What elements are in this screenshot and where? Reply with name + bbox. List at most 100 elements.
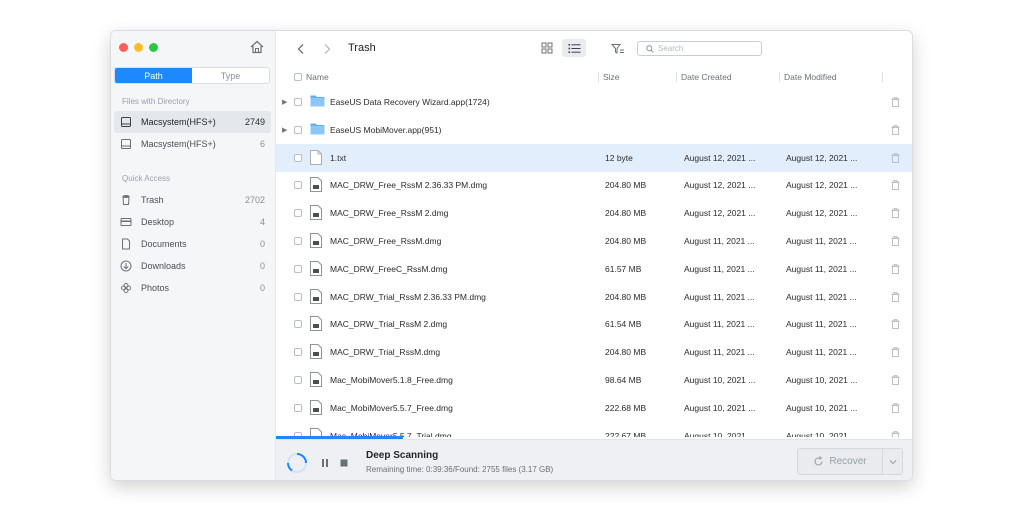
row-checkbox[interactable]: [294, 403, 302, 412]
table-row[interactable]: MAC_DRW_Trial_RssM 2.36.33 PM.dmg 204.80 …: [276, 283, 912, 311]
trash-icon[interactable]: [891, 402, 900, 413]
recover-button[interactable]: Recover: [798, 449, 882, 474]
minimize-window-button[interactable]: [134, 43, 143, 52]
file-icon: [310, 344, 325, 360]
trash-icon[interactable]: [891, 319, 900, 330]
trash-icon[interactable]: [891, 124, 900, 135]
pause-button[interactable]: [319, 456, 331, 468]
trash-icon[interactable]: [891, 208, 900, 219]
row-checkbox[interactable]: [294, 181, 302, 190]
column-divider[interactable]: [598, 72, 599, 82]
row-checkbox[interactable]: [294, 209, 302, 218]
trash-icon[interactable]: [891, 180, 900, 191]
row-checkbox[interactable]: [294, 320, 302, 329]
file-date-created: August 10, 2021 ...: [684, 375, 756, 385]
sidebar-item-label: Desktop: [141, 217, 175, 227]
trash-icon[interactable]: [891, 152, 900, 163]
file-icon: [310, 177, 325, 193]
table-row[interactable]: MAC_DRW_FreeC_RssM.dmg 61.57 MB August 11,…: [276, 255, 912, 283]
sidebar-item-count: 0: [259, 283, 265, 293]
sidebar-item-count: 2749: [244, 117, 265, 127]
expand-arrow-icon[interactable]: ▶: [282, 98, 287, 106]
table-row[interactable]: MAC_DRW_Free_RssM 2.dmg 204.80 MB August 1…: [276, 199, 912, 227]
home-icon[interactable]: [249, 39, 265, 55]
file-size: 61.54 MB: [605, 319, 642, 330]
row-checkbox[interactable]: [294, 153, 302, 162]
file-date-created: August 10, 2021 ...: [684, 402, 756, 413]
trash-icon[interactable]: [891, 430, 900, 437]
tab-type[interactable]: Type: [192, 68, 269, 83]
column-header-date-modified[interactable]: Date Modified: [784, 72, 836, 82]
sidebar-item-label: Macsystem(HFS+): [141, 139, 216, 149]
table-row[interactable]: Mac_MobiMover5.1.8_Free.dmg 98.64 MB Augus…: [276, 366, 912, 394]
file-date-modified: August 11, 2021 ...: [786, 236, 857, 246]
filter-button[interactable]: [610, 41, 626, 57]
list-view-button[interactable]: [562, 39, 586, 57]
drive-icon: [120, 116, 132, 128]
expand-arrow-icon[interactable]: ▶: [282, 126, 287, 134]
table-row[interactable]: MAC_DRW_Trial_RssM.dmg 204.80 MB August 11…: [276, 338, 912, 366]
sidebar-item-trash[interactable]: Trash 2702: [114, 189, 271, 211]
column-header-date-created[interactable]: Date Created: [681, 72, 732, 82]
file-icon: [310, 399, 325, 416]
row-checkbox[interactable]: [294, 376, 302, 384]
zoom-window-button[interactable]: [149, 43, 158, 52]
sidebar-item-desktop[interactable]: Desktop 4: [114, 211, 271, 233]
table-row[interactable]: Mac_MobiMover5.5.7_Free.dmg 222.68 MB Augu…: [276, 394, 912, 422]
pause-icon: [322, 459, 328, 467]
table-row[interactable]: ▶ EaseUS MobiMover.app(951): [276, 116, 912, 144]
file-name: MAC_DRW_FreeC_RssM.dmg: [330, 263, 448, 274]
scan-title: Deep Scanning: [366, 450, 439, 461]
row-checkbox[interactable]: [294, 237, 302, 245]
table-row[interactable]: MAC_DRW_Free_RssM 2.36.33 PM.dmg 204.80 M…: [276, 171, 912, 199]
column-header-name[interactable]: Name: [306, 72, 329, 82]
sidebar-item-macsystem-1[interactable]: Macsystem(HFS+) 2749: [114, 111, 271, 133]
sidebar-item-downloads[interactable]: Downloads 0: [114, 255, 271, 277]
tab-path[interactable]: Path: [115, 68, 192, 83]
trash-icon[interactable]: [891, 97, 900, 107]
file-list[interactable]: ▶ EaseUS Data Recovery Wizard.app(1724) ▶ E…: [276, 88, 912, 437]
search-input[interactable]: [658, 44, 748, 53]
grid-view-button[interactable]: [535, 39, 559, 57]
back-button[interactable]: [294, 41, 308, 57]
chevron-left-icon: [297, 44, 304, 54]
row-checkbox[interactable]: [294, 292, 302, 301]
trash-icon[interactable]: [891, 347, 900, 358]
trash-icon[interactable]: [891, 263, 900, 274]
app-window: Path Type Files with Directory Macsystem…: [110, 30, 913, 481]
row-checkbox[interactable]: [294, 348, 302, 357]
table-row[interactable]: Mac_MobiMover5.5.7_Trial.dmg 222.67 MB Aug…: [276, 422, 912, 437]
sidebar-item-documents[interactable]: Documents 0: [114, 233, 271, 255]
column-divider[interactable]: [882, 72, 883, 82]
sidebar-item-macsystem-2[interactable]: Macsystem(HFS+) 6: [114, 133, 271, 155]
sidebar-item-photos[interactable]: Photos 0: [114, 277, 271, 299]
column-divider[interactable]: [779, 72, 780, 82]
close-window-button[interactable]: [119, 43, 128, 52]
column-divider[interactable]: [676, 72, 677, 82]
stop-button[interactable]: [338, 456, 350, 468]
table-row[interactable]: MAC_DRW_Trial_RssM 2.dmg 61.54 MB August 1…: [276, 310, 912, 338]
file-icon: [310, 149, 325, 166]
sidebar-item-count: 0: [259, 261, 265, 271]
toolbar: Trash: [276, 31, 912, 67]
desktop-icon: [120, 216, 132, 228]
table-row[interactable]: ▶ EaseUS Data Recovery Wizard.app(1724): [276, 88, 912, 116]
file-date-created: August 10, 2021 ...: [684, 430, 756, 437]
sidebar-item-label: Downloads: [141, 261, 186, 271]
trash-icon[interactable]: [891, 291, 900, 302]
select-all-checkbox[interactable]: [294, 73, 302, 81]
trash-icon[interactable]: [891, 236, 900, 246]
search-box: [637, 41, 762, 56]
row-checkbox[interactable]: [294, 125, 302, 134]
table-row[interactable]: MAC_DRW_Free_RssM.dmg 204.80 MB August 11,…: [276, 227, 912, 255]
files-section-title: Files with Directory: [122, 97, 190, 106]
recover-options-dropdown[interactable]: [882, 449, 902, 474]
row-checkbox[interactable]: [294, 264, 302, 273]
table-row[interactable]: 1.txt 12 byte August 12, 2021 ... August 12…: [276, 143, 912, 172]
trash-icon[interactable]: [891, 375, 900, 385]
column-header-size[interactable]: Size: [603, 72, 620, 82]
forward-button[interactable]: [320, 41, 334, 57]
file-date-created: August 11, 2021 ...: [684, 291, 755, 302]
window-controls: [119, 43, 158, 52]
row-checkbox[interactable]: [294, 98, 302, 106]
